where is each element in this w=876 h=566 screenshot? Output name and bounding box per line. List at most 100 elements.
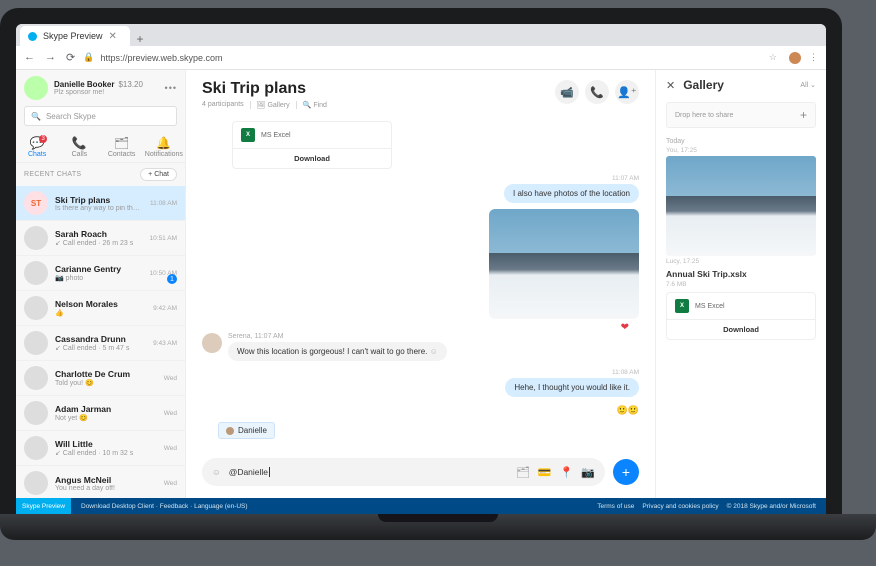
back-icon[interactable]: ← — [24, 51, 35, 64]
tab-chats[interactable]: 💬 Chats 3 — [16, 136, 58, 158]
profile-name: Danielle Booker — [54, 80, 114, 89]
excel-icon: X — [675, 299, 689, 313]
message-input[interactable]: ☺ @Danielle 🗂 💳 📍 📷 — [202, 458, 605, 486]
avatar-dot — [226, 427, 234, 435]
gallery-photo[interactable] — [666, 156, 816, 256]
chat-time: 11:08 AM — [150, 200, 177, 207]
skype-favicon — [28, 32, 37, 41]
conversation-pane: Ski Trip plans 4 participants 🖼 Gallery … — [186, 70, 656, 498]
sidebar: Danielle Booker $13.20 Plz sponsor me! •… — [16, 70, 186, 498]
more-icon[interactable]: ••• — [165, 83, 177, 93]
camera-icon[interactable]: 📷 — [581, 466, 595, 479]
avatar — [24, 436, 48, 460]
chat-list-item[interactable]: Sarah Roach↙ Call ended · 26 m 23 s10:51… — [16, 221, 185, 256]
heart-reaction-icon[interactable]: ❤ — [202, 322, 639, 333]
avatar — [202, 333, 222, 353]
unread-badge: 1 — [167, 274, 177, 284]
chat-list-item[interactable]: STSki Trip plansIs there any way to pin … — [16, 186, 185, 221]
avatar — [24, 471, 48, 495]
message-outgoing[interactable]: Hehe, I thought you would like it. — [505, 378, 639, 397]
gallery-item-meta: Lucy, 17:25 — [666, 258, 816, 265]
footer-terms[interactable]: Terms of use — [597, 503, 634, 510]
url-text[interactable]: https://preview.web.skype.com — [100, 53, 222, 63]
gallery-file-size: 7.6 MB — [666, 281, 816, 288]
profile-header[interactable]: Danielle Booker $13.20 Plz sponsor me! •… — [16, 70, 185, 106]
tab-contacts[interactable]: 🗂Contacts — [101, 136, 143, 158]
video-call-button[interactable]: 📹 — [555, 80, 579, 104]
gallery-item-meta: You, 17:25 — [666, 147, 816, 154]
profile-status: Plz sponsor me! — [54, 89, 159, 96]
react-icon[interactable]: ☺ — [430, 347, 438, 356]
gallery-file-card[interactable]: XMS Excel Download — [666, 292, 816, 340]
add-people-button[interactable]: 👤⁺ — [615, 80, 639, 104]
send-button[interactable]: + — [613, 459, 639, 485]
participant-count[interactable]: 4 participants — [202, 101, 244, 109]
avatar — [24, 76, 48, 100]
footer-copyright: © 2018 Skype and/or Microsoft — [727, 503, 816, 510]
chat-name: Ski Trip plans — [55, 195, 143, 205]
section-title: RECENT CHATS — [24, 171, 81, 178]
chat-preview: ↙ Call ended · 5 m 47 s — [55, 344, 146, 352]
chat-list-item[interactable]: Nelson Morales👍9:42 AM — [16, 291, 185, 326]
reload-icon[interactable]: ⟳ — [66, 51, 75, 64]
footer-links[interactable]: Download Desktop Client · Feedback · Lan… — [81, 503, 248, 510]
search-input[interactable]: 🔍 Search Skype — [24, 106, 177, 126]
footer-badge[interactable]: Skype Preview — [16, 498, 71, 514]
tab-calls-label: Calls — [72, 151, 88, 158]
chat-name: Adam Jarman — [55, 404, 157, 414]
audio-call-button[interactable]: 📞 — [585, 80, 609, 104]
browser-tab-strip: Skype Preview ✕ + — [16, 24, 826, 46]
card-icon[interactable]: 🗂 — [516, 466, 530, 479]
avatar — [24, 226, 48, 250]
new-tab-button[interactable]: + — [130, 32, 150, 46]
tab-notifications[interactable]: 🔔Notifications — [143, 136, 185, 158]
file-attachment[interactable]: XMS Excel Download — [232, 121, 392, 169]
emoji-icon[interactable]: ☺ — [212, 467, 221, 477]
avatar — [24, 401, 48, 425]
photo-message[interactable] — [489, 209, 639, 319]
chat-list-item[interactable]: Adam JarmanNot yet 😊Wed — [16, 396, 185, 431]
conversation-title: Ski Trip plans — [202, 80, 327, 98]
avatar: ST — [24, 191, 48, 215]
new-chat-button[interactable]: + Chat — [140, 168, 177, 181]
download-button[interactable]: Download — [233, 148, 391, 168]
close-icon[interactable]: ✕ — [666, 79, 675, 92]
chat-name: Angus McNeil — [55, 475, 157, 485]
message-outgoing[interactable]: I also have photos of the location — [504, 184, 639, 203]
gallery-filter[interactable]: All ⌄ — [800, 81, 816, 89]
chat-time: 9:42 AM — [153, 305, 177, 312]
download-button[interactable]: Download — [667, 319, 815, 339]
gallery-title: Gallery — [683, 78, 724, 92]
money-icon[interactable]: 💳 — [538, 466, 552, 479]
gallery-panel: ✕ Gallery All ⌄ Drop here to share + Tod… — [656, 70, 826, 498]
dropzone[interactable]: Drop here to share + — [666, 102, 816, 128]
mention-chip[interactable]: Danielle — [218, 422, 275, 439]
kebab-icon[interactable]: ⋮ — [809, 52, 818, 63]
chat-list-item[interactable]: Charlotte De CrumTold you! 😊Wed — [16, 361, 185, 396]
chat-list-item[interactable]: Cassandra Drunn↙ Call ended · 5 m 47 s9:… — [16, 326, 185, 361]
avatar — [24, 296, 48, 320]
star-icon[interactable]: ☆ — [769, 52, 777, 63]
search-placeholder: Search Skype — [46, 112, 96, 121]
tab-title: Skype Preview — [43, 31, 103, 41]
gallery-link[interactable]: 🖼 Gallery — [250, 101, 290, 109]
chat-name: Sarah Roach — [55, 229, 143, 239]
chat-list-item[interactable]: Angus McNeilYou need a day off!Wed — [16, 466, 185, 498]
find-link[interactable]: 🔍 Find — [296, 101, 327, 109]
message-incoming[interactable]: Serena, 11:07 AM Wow this location is go… — [202, 333, 639, 361]
chat-time: 10:51 AM — [150, 235, 177, 242]
chat-name: Will Little — [55, 439, 157, 449]
browser-profile-avatar[interactable] — [789, 52, 801, 64]
footer-privacy[interactable]: Privacy and cookies policy — [642, 503, 718, 510]
close-icon[interactable]: ✕ — [109, 31, 117, 42]
browser-tab[interactable]: Skype Preview ✕ — [20, 26, 130, 46]
location-icon[interactable]: 📍 — [560, 466, 574, 479]
app-footer: Skype Preview Download Desktop Client · … — [16, 498, 826, 514]
chat-preview: You need a day off! — [55, 485, 157, 492]
avatar — [24, 331, 48, 355]
tab-calls[interactable]: 📞Calls — [58, 136, 100, 158]
chat-list-item[interactable]: Will Little↙ Call ended · 10 m 32 sWed — [16, 431, 185, 466]
file-label: MS Excel — [261, 132, 291, 139]
forward-icon[interactable]: → — [45, 51, 56, 64]
chat-list-item[interactable]: Carianne Gentry📷 photo10:50 AM1 — [16, 256, 185, 291]
